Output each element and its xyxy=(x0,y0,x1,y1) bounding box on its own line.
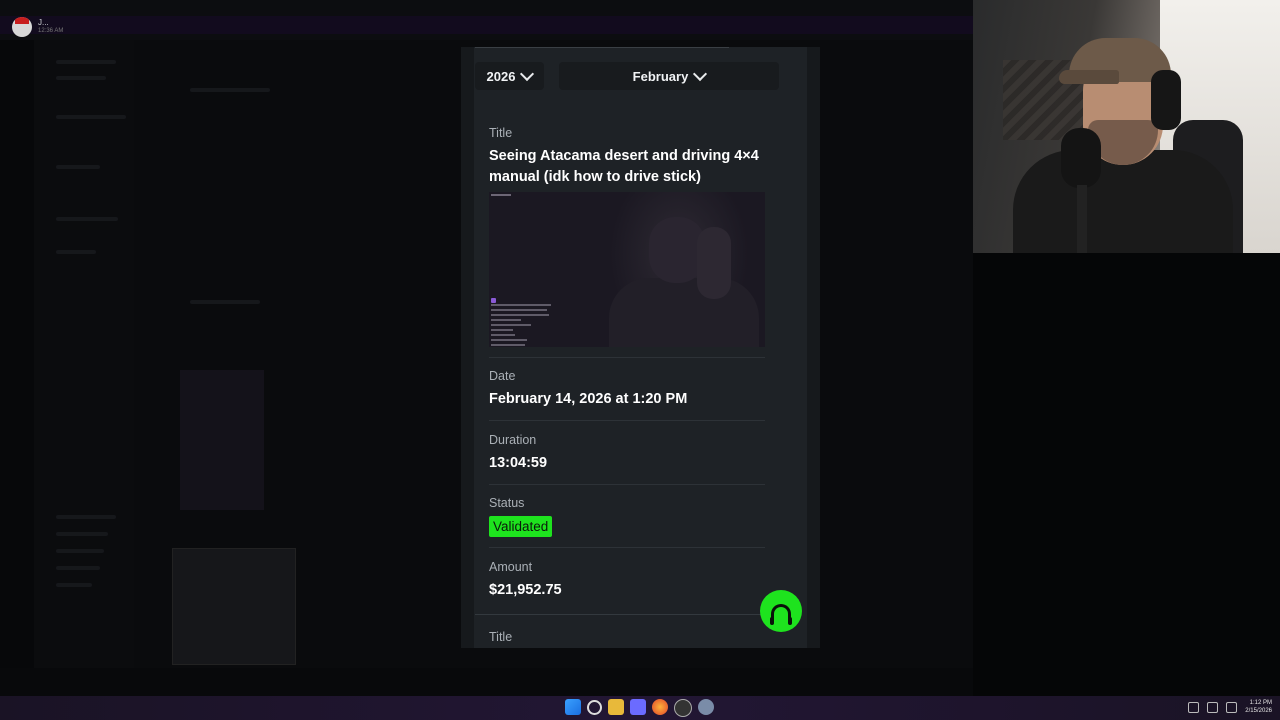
background-banner xyxy=(0,16,973,34)
divider xyxy=(489,547,765,548)
month-value: February xyxy=(632,68,689,84)
records-list[interactable] xyxy=(474,47,807,648)
search-icon[interactable] xyxy=(587,700,602,715)
folder-icon[interactable] xyxy=(608,699,624,715)
headphones xyxy=(1151,70,1181,130)
webcam-overlay xyxy=(973,0,1280,253)
record-title: Seeing Atacama desert and driving 4×4 ma… xyxy=(489,148,759,185)
background-image xyxy=(172,548,296,665)
headset-icon xyxy=(770,603,792,625)
background-username: J... xyxy=(38,18,49,27)
record-duration: 13:04:59 xyxy=(489,455,548,471)
year-selector[interactable]: 2026 xyxy=(475,62,544,90)
background-time: 12:36 AM xyxy=(38,28,64,34)
support-button[interactable] xyxy=(760,590,802,632)
month-selector[interactable]: February xyxy=(559,62,779,90)
chevron-down-icon xyxy=(520,66,535,82)
background-server-rail xyxy=(0,40,34,680)
network-icon[interactable] xyxy=(1207,701,1219,713)
clock-date: 2/15/2026 xyxy=(1245,708,1272,714)
app-icon[interactable] xyxy=(630,699,646,715)
divider xyxy=(489,484,765,485)
record-separator xyxy=(475,614,779,615)
video-thumbnail[interactable] xyxy=(489,192,765,347)
duration-label: Duration xyxy=(489,433,537,447)
status-label: Status xyxy=(489,496,525,510)
avatar xyxy=(12,17,32,37)
taskbar-apps xyxy=(565,699,714,717)
chevron-down-icon xyxy=(693,66,708,82)
clock[interactable]: 1:12 PM 2/15/2026 xyxy=(1245,699,1272,715)
background-input-bar xyxy=(0,668,973,696)
start-icon[interactable] xyxy=(565,699,581,715)
clock-time: 1:12 PM xyxy=(1249,700,1272,706)
microphone-icon[interactable] xyxy=(1188,701,1200,713)
thumbnail-chat-overlay xyxy=(491,304,553,347)
settings-icon[interactable] xyxy=(698,699,714,715)
records-panel: 2026 February Title Seeing Atacama deser… xyxy=(461,47,820,648)
title-label: Title xyxy=(489,126,513,140)
browser-icon[interactable] xyxy=(652,699,668,715)
divider xyxy=(489,357,765,358)
app-icon[interactable] xyxy=(674,699,692,717)
status-badge: Validated xyxy=(489,516,553,537)
microphone xyxy=(1061,128,1101,188)
background-user-badge: J... 12:36 AM xyxy=(12,17,63,37)
taskbar: 1:12 PM 2/15/2026 xyxy=(0,696,1280,720)
amount-label: Amount xyxy=(489,560,533,574)
volume-icon[interactable] xyxy=(1226,701,1238,713)
date-label: Date xyxy=(489,369,516,383)
record-date: February 14, 2026 at 1:20 PM xyxy=(489,391,688,407)
divider xyxy=(489,420,765,421)
year-value: 2026 xyxy=(486,68,516,84)
background-image xyxy=(180,370,264,510)
system-tray: 1:12 PM 2/15/2026 xyxy=(1171,699,1272,715)
chevron-up-icon[interactable] xyxy=(1171,703,1180,712)
next-title-label: Title xyxy=(489,630,513,644)
record-amount: $21,952.75 xyxy=(489,582,562,598)
